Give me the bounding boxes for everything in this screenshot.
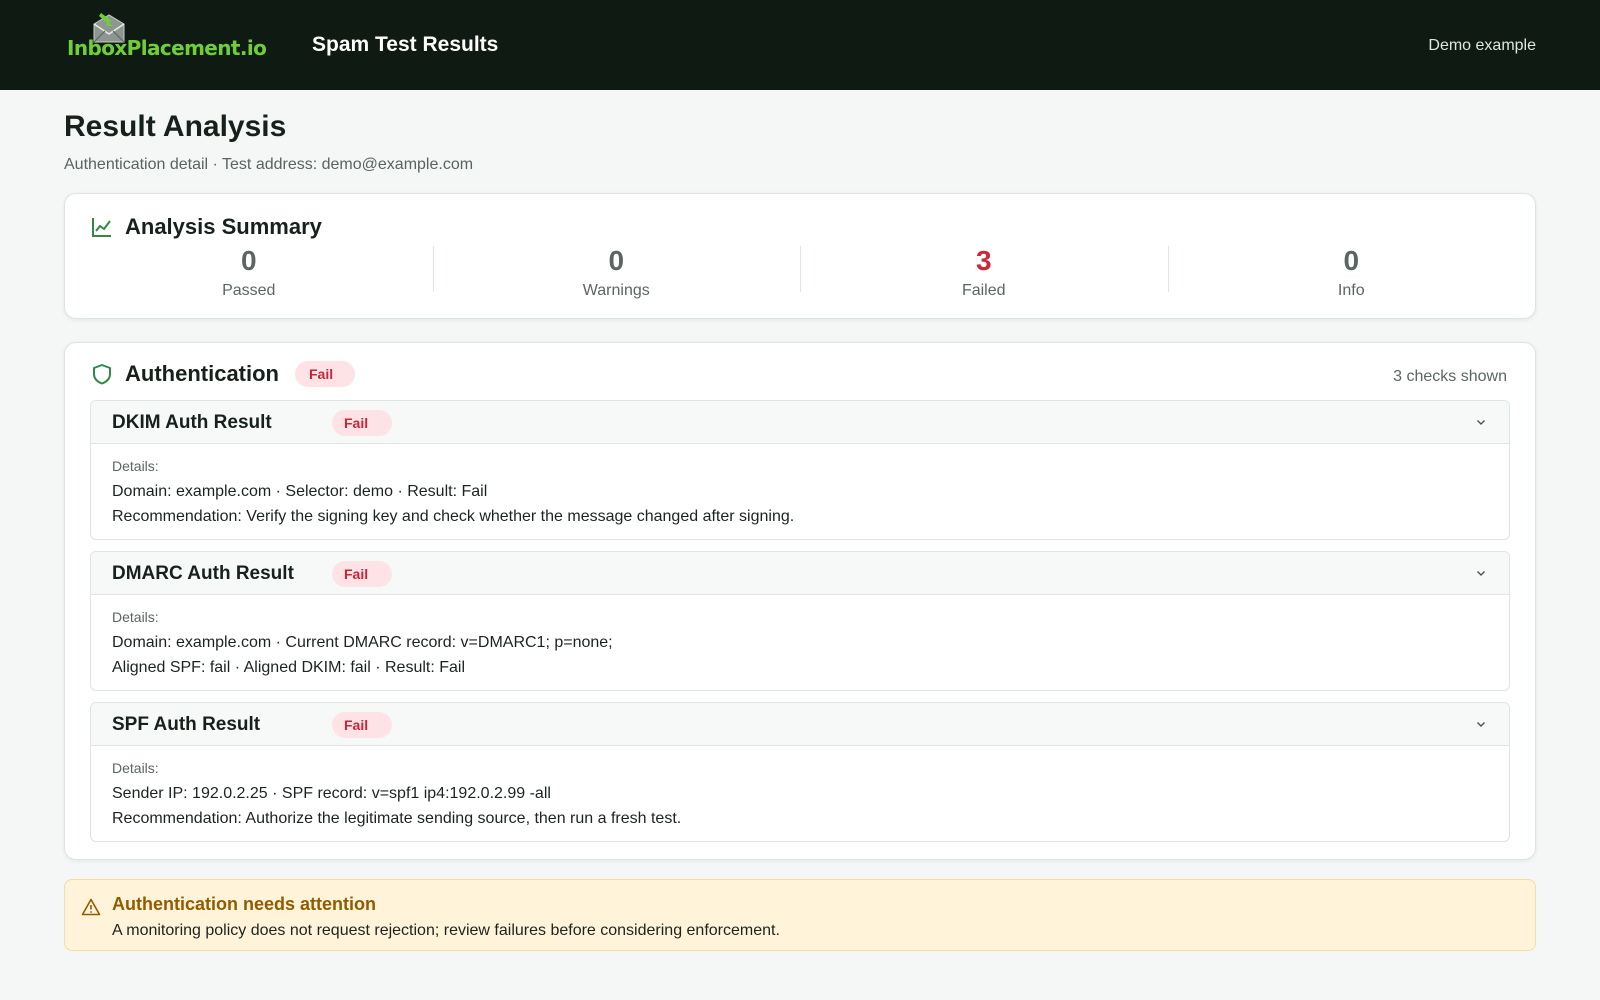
page-header: Result Analysis Authentication detail · …	[64, 110, 473, 174]
shield-icon	[93, 364, 111, 385]
chevron-down-icon[interactable]	[1475, 567, 1487, 579]
summary-header: Analysis Summary	[91, 214, 322, 240]
status-badge: Fail	[332, 410, 392, 436]
status-badge: Fail	[332, 712, 392, 738]
chart-line-icon	[92, 218, 111, 237]
stat-value: 0	[240, 245, 257, 276]
stat-value: 0	[608, 245, 625, 276]
stat-label: Info	[1337, 282, 1365, 299]
stat-info: 0 Info	[1167, 245, 1536, 304]
detail-line: Sender IP: 192.0.2.25 · SPF record: v=sp…	[112, 785, 551, 802]
alert-text: A monitoring policy does not request rej…	[112, 922, 780, 939]
check-dmarc: DMARC Auth Result Fail Details: Domain: …	[90, 551, 1510, 691]
page-subtitle: Authentication detail · Test address: de…	[64, 156, 474, 173]
details-label: Details:	[112, 609, 159, 625]
status-badge: Fail	[332, 561, 392, 587]
status-badge: Fail	[295, 361, 355, 387]
check-header[interactable]: SPF Auth Result Fail	[91, 703, 1509, 746]
details-label: Details:	[112, 760, 159, 776]
check-spf: SPF Auth Result Fail Details: Sender IP:…	[90, 702, 1510, 842]
check-details: Details: Sender IP: 192.0.2.25 · SPF rec…	[91, 746, 1509, 827]
stat-failed: 3 Failed	[800, 246, 1168, 304]
stat-value: 3	[975, 245, 992, 276]
stat-label: Failed	[961, 282, 1006, 299]
attention-alert: Authentication needs attention A monitor…	[64, 879, 1536, 951]
logo[interactable]: InboxPlacement.io	[66, 0, 267, 90]
stat-warnings: 0 Warnings	[432, 245, 801, 304]
detail-line: Recommendation: Verify the signing key a…	[112, 508, 795, 525]
detail-line: Recommendation: Authorize the legitimate…	[112, 810, 682, 827]
detail-line: Domain: example.com · Current DMARC reco…	[112, 634, 613, 651]
summary-title: Analysis Summary	[125, 214, 322, 239]
analysis-summary-card: Analysis Summary 0 Passed 0 Warnings 3 F…	[64, 193, 1536, 319]
demo-example-label[interactable]: Demo example	[1428, 37, 1536, 55]
check-dkim: DKIM Auth Result Fail Details: Domain: e…	[90, 400, 1510, 540]
checks-count: 3 checks shown	[1393, 368, 1507, 385]
stat-passed: 0 Passed	[65, 246, 433, 304]
check-details: Details: Domain: example.com · Current D…	[91, 595, 1509, 676]
check-header[interactable]: DKIM Auth Result Fail	[91, 401, 1509, 444]
page-title: Result Analysis	[64, 110, 287, 143]
chevron-down-icon[interactable]	[1475, 718, 1487, 730]
detail-line: Domain: example.com · Selector: demo · R…	[112, 483, 488, 500]
check-details: Details: Domain: example.com · Selector:…	[91, 444, 1509, 525]
detail-line: Aligned SPF: fail · Aligned DKIM: fail ·…	[112, 659, 466, 676]
check-name: DKIM Auth Result	[112, 412, 272, 433]
summary-stats: 0 Passed 0 Warnings 3 Failed 0 Info	[65, 246, 1535, 304]
stat-value: 0	[1343, 245, 1360, 276]
logo-text: InboxPlacement.io	[67, 36, 267, 60]
app-title: Spam Test Results	[312, 33, 499, 56]
details-label: Details:	[112, 458, 159, 474]
warning-triangle-icon	[81, 898, 101, 916]
authentication-card: Authentication Fail 3 checks shown DKIM …	[64, 342, 1536, 860]
chevron-down-icon[interactable]	[1475, 416, 1487, 428]
check-name: SPF Auth Result	[112, 714, 261, 735]
check-header[interactable]: DMARC Auth Result Fail	[91, 552, 1509, 595]
stat-label: Passed	[222, 282, 276, 299]
check-name: DMARC Auth Result	[112, 563, 294, 584]
stat-label: Warnings	[582, 282, 650, 299]
alert-title: Authentication needs attention	[112, 894, 377, 914]
authentication-title: Authentication	[125, 361, 279, 386]
top-bar: InboxPlacement.io Spam Test Results Demo…	[0, 0, 1600, 90]
authentication-header: Authentication Fail	[91, 361, 355, 387]
